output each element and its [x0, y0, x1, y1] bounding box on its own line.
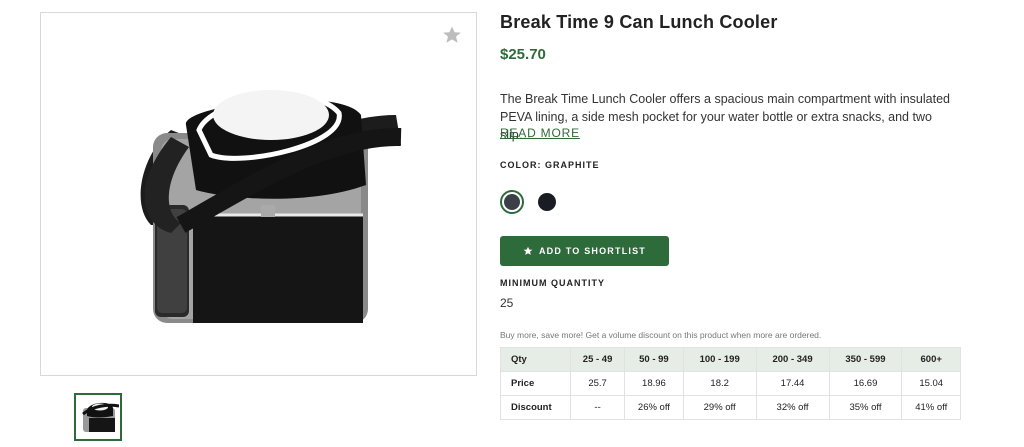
pricing-table: Qty 25 - 49 50 - 99 100 - 199 200 - 349 …	[500, 347, 961, 420]
header-cell: 25 - 49	[569, 347, 626, 372]
price-cell: 17.44	[755, 371, 830, 396]
row-label: Price	[500, 371, 571, 396]
discount-cell: --	[569, 395, 626, 420]
product-title: Break Time 9 Can Lunch Cooler	[500, 12, 778, 32]
color-label: COLOR: GRAPHITE	[500, 160, 600, 170]
product-thumbnail[interactable]	[74, 393, 122, 441]
color-swatch-graphite[interactable]	[500, 190, 524, 214]
discount-cell: 35% off	[828, 395, 903, 420]
price-cell: 18.2	[682, 371, 757, 396]
favorite-star-icon[interactable]	[442, 25, 462, 45]
color-swatch-black[interactable]	[535, 190, 559, 214]
header-cell: 200 - 349	[755, 347, 830, 372]
thumbnail-image	[82, 402, 119, 432]
discount-cell: 32% off	[755, 395, 830, 420]
price-cell: 15.04	[901, 371, 961, 396]
price-cell: 25.7	[569, 371, 626, 396]
row-label: Discount	[500, 395, 571, 420]
discount-cell: 26% off	[624, 395, 684, 420]
header-cell: 350 - 599	[828, 347, 903, 372]
add-to-shortlist-button[interactable]: ADD TO SHORTLIST	[500, 236, 669, 266]
read-more-link[interactable]: READ MORE	[500, 126, 580, 140]
price-cell: 18.96	[624, 371, 684, 396]
minimum-quantity-label: MINIMUM QUANTITY	[500, 278, 605, 288]
price-cell: 16.69	[828, 371, 903, 396]
header-cell: 50 - 99	[624, 347, 684, 372]
volume-discount-note: Buy more, save more! Get a volume discou…	[500, 330, 822, 340]
shortlist-label: ADD TO SHORTLIST	[538, 246, 647, 256]
header-cell: 600+	[901, 347, 961, 372]
discount-cell: 29% off	[682, 395, 757, 420]
star-icon	[523, 246, 533, 255]
product-image-frame	[40, 12, 477, 376]
discount-row: Discount -- 26% off 29% off 32% off 35% …	[500, 395, 961, 420]
product-image	[140, 90, 402, 323]
header-cell: 100 - 199	[682, 347, 757, 372]
price-row: Price 25.7 18.96 18.2 17.44 16.69 15.04	[500, 371, 961, 396]
product-price: $25.70	[500, 46, 546, 63]
minimum-quantity-value: 25	[500, 296, 514, 310]
discount-cell: 41% off	[901, 395, 961, 420]
header-cell: Qty	[500, 347, 571, 372]
pricing-header-row: Qty 25 - 49 50 - 99 100 - 199 200 - 349 …	[500, 347, 961, 372]
